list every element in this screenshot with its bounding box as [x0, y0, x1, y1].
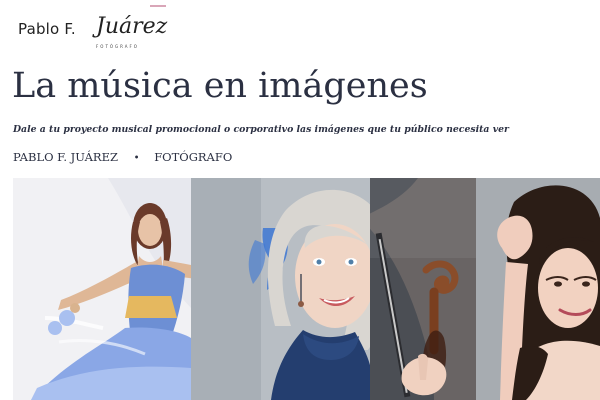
logo-subtext: FOTÓGRAFO: [96, 44, 139, 49]
page-title: La música en imágenes: [12, 66, 428, 106]
hero-subtitle: Dale a tu proyecto musical promocional o…: [13, 124, 509, 135]
site-logo[interactable]: Pablo F. Juárez FOTÓGRAFO: [18, 14, 178, 54]
byline-name: PABLO F. JUÁREZ: [13, 150, 118, 164]
photo-violin-closeup: [370, 178, 476, 400]
hero-photo-strip: [13, 178, 600, 400]
photo-woman-with-hand-in-hair: [476, 178, 600, 400]
page: Pablo F. Juárez FOTÓGRAFO La música en i…: [0, 0, 600, 400]
byline-separator: •: [133, 153, 140, 164]
portrait-illustration-2: [476, 178, 600, 400]
logo-name: Pablo F.: [18, 20, 76, 38]
violin-illustration: [370, 178, 476, 400]
photo-smiling-blonde-woman: [191, 178, 370, 400]
logo-name-text: Pablo F.: [18, 20, 76, 38]
byline: PABLO F. JUÁREZ • FOTÓGRAFO: [13, 150, 232, 164]
top-accent-line: [150, 5, 166, 7]
singer-illustration: [13, 178, 191, 400]
logo-script: Juárez: [96, 14, 168, 39]
portrait-illustration: [191, 178, 370, 400]
byline-role: FOTÓGRAFO: [154, 150, 233, 164]
photo-singer-in-blue-gown: [13, 178, 191, 400]
